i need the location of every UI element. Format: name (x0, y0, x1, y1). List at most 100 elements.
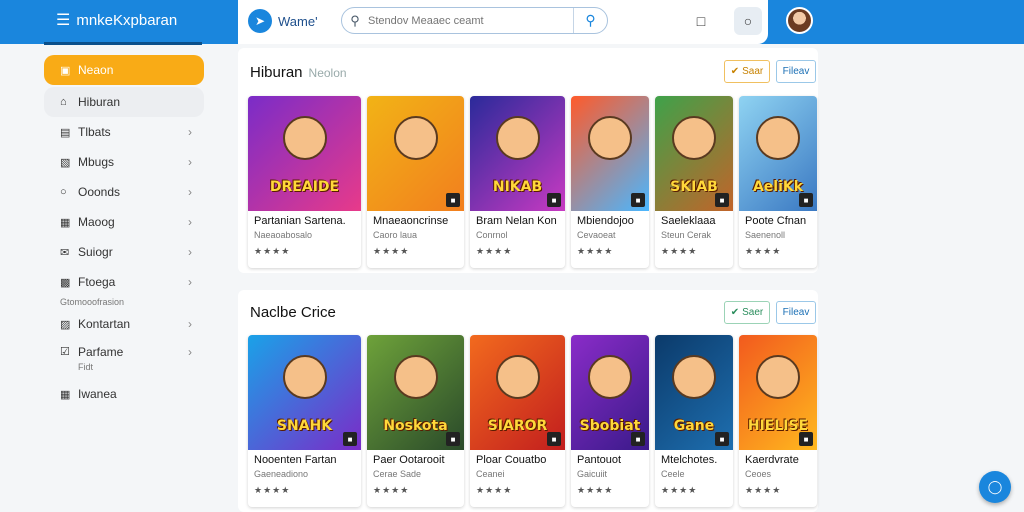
avatar[interactable] (786, 7, 813, 34)
filter-label: Fileav (782, 307, 810, 318)
game-publisher: Ceoes (745, 469, 772, 479)
search-input[interactable] (368, 14, 568, 27)
platform-badge-icon: ■ (446, 193, 460, 207)
notification-icon[interactable]: ○ (734, 7, 762, 35)
search-icon: ⚲ (350, 12, 360, 28)
sort-button[interactable]: ✔ Saer (724, 301, 770, 324)
sidebar-item-tlbats[interactable]: ▤ Tlbats › (44, 117, 204, 147)
sidebar-item-iwanea[interactable]: ▦ Iwanea (44, 379, 204, 409)
game-card[interactable]: ■ Mbiendojoo Cevaoeat ★★★★ (571, 96, 649, 268)
section-title-text: Hiburan (250, 64, 303, 81)
game-cover-image: AeliKk ■ (739, 96, 817, 211)
section-panel-2: Naclbe Crice ✔ Saer Fileav SNAHK ■ Nooenten Fa… (238, 290, 818, 512)
stack-icon: ☰ (56, 12, 71, 29)
game-card[interactable]: DREAIDE Partanian Sartena. Naeaoabosalo ★★★… (248, 96, 361, 268)
character-illustration (672, 355, 716, 399)
filter-button[interactable]: Fileav (776, 60, 816, 83)
sidebar-item-ooonds[interactable]: ○ Ooonds › (44, 177, 204, 207)
character-illustration (282, 116, 327, 160)
game-card[interactable]: Sbobiat ■ Pantouot Gaicuiit ★★★★ (571, 335, 649, 507)
game-cover-image: SNAHK ■ (248, 335, 361, 450)
game-card[interactable]: SNAHK ■ Nooenten Fartan Gaeneadiono ★★★★ (248, 335, 361, 507)
sidebar-item-hiburan[interactable]: ⌂ Hiburan (44, 87, 204, 117)
game-card[interactable]: Gane ■ Mtelchotes. Ceele ★★★★ (655, 335, 733, 507)
game-publisher: Ceele (661, 469, 685, 479)
game-cover-image: ■ (367, 96, 464, 211)
platform-badge-icon: ■ (715, 193, 729, 207)
game-card[interactable]: ■ Mnaeaoncrinse Caoro laua ★★★★ (367, 96, 464, 268)
sidebar-item-maoog[interactable]: ▦ Maoog › (44, 207, 204, 237)
platform-badge-icon: ■ (799, 193, 813, 207)
rating-stars-icon: ★★★★ (476, 246, 513, 256)
game-publisher: Saenenoll (745, 230, 786, 240)
game-cover-image: HIELISE ■ (739, 335, 817, 450)
rating-stars-icon: ★★★★ (745, 485, 782, 495)
rating-stars-icon: ★★★★ (254, 246, 291, 256)
rating-stars-icon: ★★★★ (661, 246, 698, 256)
app-logo-text: Wame' (278, 13, 318, 29)
sidebar-item-label: Mbugs (78, 155, 115, 169)
chat-fab-button[interactable]: ◯ (979, 471, 1011, 503)
image-icon: ▩ (60, 276, 71, 289)
sidebar-item-label: Suiogr (78, 245, 113, 259)
sidebar-section-label: Gtomooofrasion (60, 297, 125, 307)
home-icon: ⌂ (60, 96, 67, 108)
game-card[interactable]: HIELISE ■ Kaerdvrate Ceoes ★★★★ (739, 335, 817, 507)
sidebar-item-parfame[interactable]: ☑ Parfame Fidt › (44, 339, 204, 379)
cover-title-art: SIAROR (487, 418, 548, 434)
character-illustration (282, 355, 327, 399)
sidebar-item-mbugs[interactable]: ▧ Mbugs › (44, 147, 204, 177)
game-cover-image: Gane ■ (655, 335, 733, 450)
sidebar: ▣ Neaon ⌂ Hiburan ▤ Tlbats › ▧ Mbugs › ○ Ooonds › ▦ Ma… (44, 55, 204, 409)
game-title: Pantouot (577, 454, 622, 466)
card-row: SNAHK ■ Nooenten Fartan Gaeneadiono ★★★★ Nosk… (248, 335, 817, 507)
chevron-right-icon: › (188, 185, 192, 199)
calendar-icon: ▦ (60, 216, 71, 229)
search-bar[interactable]: ⚲ ⚲ (341, 7, 608, 34)
check-icon: ☑ (60, 346, 70, 358)
sidebar-item-neaon[interactable]: ▣ Neaon (44, 55, 204, 85)
app-logo[interactable]: ➤ Wame' (248, 9, 318, 33)
rating-stars-icon: ★★★★ (373, 485, 410, 495)
sidebar-item-label: Kontartan (78, 317, 131, 331)
section-panel-1: Hiburan Neolon ✔ Saar Fileav DREAIDE Partanian… (238, 48, 818, 273)
sidebar-item-kontartan[interactable]: ▨ Kontartan › (44, 309, 204, 339)
sidebar-item-label: Ooonds (78, 185, 121, 199)
game-publisher: Conrnol (476, 230, 508, 240)
game-card[interactable]: NIKAB ■ Bram Nelan Kon Conrnol ★★★★ (470, 96, 565, 268)
game-publisher: Cevaoeat (577, 230, 616, 240)
section-title-text: Naclbe Crice (250, 304, 336, 321)
game-title: Ploar Couatbo (476, 454, 547, 466)
platform-badge-icon: ■ (715, 432, 729, 446)
mail-icon: ✉ (60, 246, 70, 259)
brand-underline (44, 42, 202, 45)
cover-title-art: Noskota (383, 418, 448, 434)
game-title: Saeleklaaa (661, 215, 716, 227)
bookmark-icon[interactable]: □ (689, 9, 713, 33)
game-title: Mbiendojoo (577, 215, 634, 227)
game-card[interactable]: AeliKk ■ Poote Cfnan Saenenoll ★★★★ (739, 96, 817, 268)
game-title: Kaerdvrate (745, 454, 799, 466)
sidebar-item-label: Parfame (78, 345, 124, 359)
chat-icon: ◯ (987, 479, 1003, 494)
search-button[interactable]: ⚲ (573, 8, 607, 33)
sidebar-item-ftoega[interactable]: ▩ Ftoega › (44, 267, 204, 297)
game-card[interactable]: Noskota ■ Paer Ootarooit Cerae Sade ★★★★ (367, 335, 464, 507)
book-icon: ▤ (60, 126, 71, 139)
sort-icon: ✔ (730, 307, 740, 318)
chevron-right-icon: › (188, 345, 192, 359)
game-card[interactable]: SIAROR ■ Ploar Couatbo Ceanei ★★★★ (470, 335, 565, 507)
platform-badge-icon: ■ (631, 432, 645, 446)
game-publisher: Ceanei (476, 469, 505, 479)
sort-button[interactable]: ✔ Saar (724, 60, 770, 83)
game-cover-image: ■ (571, 96, 649, 211)
character-illustration (588, 116, 632, 160)
brand-logo[interactable]: ☰ mnkeKxpbaran (56, 10, 177, 30)
game-cover-image: Sbobiat ■ (571, 335, 649, 450)
filter-button[interactable]: Fileav (776, 301, 816, 324)
store-icon: ▣ (60, 64, 71, 77)
disc-icon: ○ (60, 186, 67, 198)
game-card[interactable]: SKIAB ■ Saeleklaaa Steun Cerak ★★★★ (655, 96, 733, 268)
sidebar-item-suiogr[interactable]: ✉ Suiogr › (44, 237, 204, 267)
game-title: Bram Nelan Kon (476, 215, 557, 227)
